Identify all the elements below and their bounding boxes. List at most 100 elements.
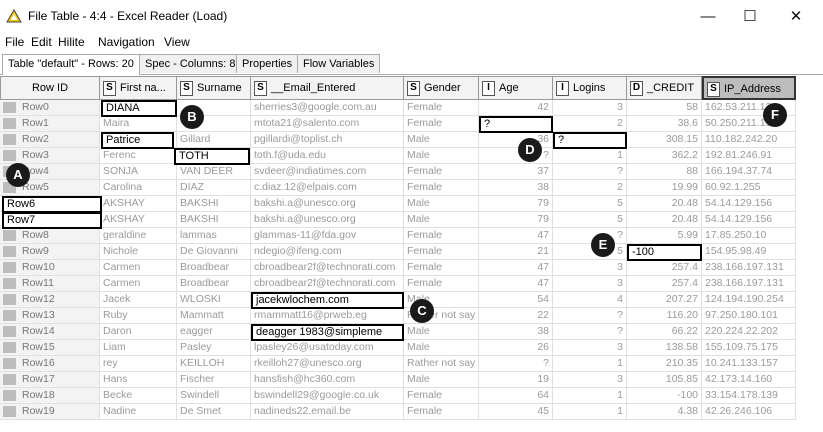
table-cell-age[interactable]: 22: [479, 308, 553, 324]
tab-properties[interactable]: Properties: [236, 54, 299, 73]
table-cell-gender[interactable]: Female: [404, 164, 479, 180]
table-cell-surname[interactable]: Mammatt: [177, 308, 251, 324]
table-cell-first-name[interactable]: Carmen: [100, 276, 177, 292]
table-cell-email[interactable]: rkeilloh27@unesco.org: [251, 356, 404, 372]
table-cell-credit[interactable]: 58: [627, 100, 702, 116]
table-cell-gender[interactable]: Female: [404, 388, 479, 404]
table-cell-gender[interactable]: Female: [404, 260, 479, 276]
table-cell-credit[interactable]: 138.58: [627, 340, 702, 356]
table-cell-gender[interactable]: Male: [404, 148, 479, 164]
table-cell-logins[interactable]: ?: [553, 164, 627, 180]
table-cell-logins[interactable]: 3: [553, 260, 627, 276]
table-cell-ip-address[interactable]: 97.250.180.101: [702, 308, 796, 324]
table-cell-surname[interactable]: Fischer: [177, 372, 251, 388]
table-cell-first-name[interactable]: Ruby: [100, 308, 177, 324]
column-header-credit[interactable]: D _CREDIT: [627, 76, 702, 100]
table-cell-surname[interactable]: Pasley: [177, 340, 251, 356]
table-cell-age[interactable]: 21: [479, 244, 553, 260]
table-cell-email[interactable]: sherries3@google.com.au: [251, 100, 404, 116]
table-cell-credit[interactable]: 4.38: [627, 404, 702, 420]
table-cell-ip-address[interactable]: 155.109.75.175: [702, 340, 796, 356]
table-row[interactable]: Row17 Hans Fischer hansfish@hc360.com Male 19…: [0, 372, 823, 388]
table-cell-first-name[interactable]: geraldine: [100, 228, 177, 244]
table-cell-ip-address[interactable]: 220.224.22.202: [702, 324, 796, 340]
table-cell-gender[interactable]: Rather not say: [404, 356, 479, 372]
table-cell-age[interactable]: 38: [479, 324, 553, 340]
table-cell-age[interactable]: ?: [479, 356, 553, 372]
table-cell-credit[interactable]: 38.6: [627, 116, 702, 132]
table-cell-logins[interactable]: ?: [553, 324, 627, 340]
row-id-cell[interactable]: Row9: [0, 244, 100, 260]
table-cell-credit[interactable]: 20.48: [627, 212, 702, 228]
table-cell-credit[interactable]: 20.48: [627, 196, 702, 212]
table-cell-logins[interactable]: ?: [553, 308, 627, 324]
menu-view[interactable]: View: [164, 35, 190, 49]
table-cell-credit[interactable]: 210.35: [627, 356, 702, 372]
table-cell-email[interactable]: c.diaz.12@elpais.com: [251, 180, 404, 196]
table-cell-age[interactable]: 26: [479, 340, 553, 356]
column-header-gender[interactable]: S Gender: [404, 76, 479, 100]
table-cell-email[interactable]: rmammatt16@prweb.eg: [251, 308, 404, 324]
table-cell-credit[interactable]: -100: [627, 388, 702, 404]
table-cell-logins[interactable]: 2: [553, 116, 627, 132]
table-cell-gender[interactable]: Male: [404, 196, 479, 212]
table-cell-ip-address[interactable]: 54.14.129.156: [702, 212, 796, 228]
table-cell-first-name[interactable]: AKSHAY: [100, 212, 177, 228]
table-row[interactable]: Row16 rey KEILLOH rkeilloh27@unesco.org Rath…: [0, 356, 823, 372]
table-cell-age[interactable]: 54: [479, 292, 553, 308]
table-cell-first-name[interactable]: Ferenc: [100, 148, 177, 164]
close-button[interactable]: ✕: [776, 4, 816, 30]
table-cell-email[interactable]: ndegio@ifeng.com: [251, 244, 404, 260]
table-cell-ip-address[interactable]: 154.95.98.49: [702, 244, 796, 260]
table-cell-ip-address[interactable]: 124.194.190.254: [702, 292, 796, 308]
table-cell-gender[interactable]: Female: [404, 100, 479, 116]
table-cell-surname[interactable]: De Smet: [177, 404, 251, 420]
table-cell-logins[interactable]: 4: [553, 292, 627, 308]
table-cell-age[interactable]: 47: [479, 276, 553, 292]
table-cell-surname[interactable]: eagger: [177, 324, 251, 340]
table-row[interactable]: Row4 SONJA VAN DEER svdeer@indiatimes.com Fe…: [0, 164, 823, 180]
tab-flow-variables[interactable]: Flow Variables: [297, 54, 381, 73]
table-cell-surname[interactable]: BAKSHI: [177, 212, 251, 228]
table-cell-gender[interactable]: Male: [404, 340, 479, 356]
table-cell-gender[interactable]: Female: [404, 276, 479, 292]
table-row[interactable]: Row15 Liam Pasley lpasley26@usatoday.com Mal…: [0, 340, 823, 356]
table-cell-email[interactable]: cbroadbear2f@technorati.com: [251, 276, 404, 292]
table-cell-surname[interactable]: WLOSKI: [177, 292, 251, 308]
table-cell-first-name[interactable]: Hans: [100, 372, 177, 388]
row-id-cell[interactable]: Row2: [0, 132, 100, 148]
table-row[interactable]: Row7AKSHAYBAKSHIbakshi.a@unesco.orgMale7…: [0, 212, 823, 228]
table-cell-gender[interactable]: Male: [404, 212, 479, 228]
table-cell-logins[interactable]: 3: [553, 372, 627, 388]
table-cell-credit[interactable]: 257.4: [627, 276, 702, 292]
table-cell-first-name[interactable]: Carmen: [100, 260, 177, 276]
table-cell-surname[interactable]: Gillard: [177, 132, 251, 148]
table-cell-logins[interactable]: 2: [553, 180, 627, 196]
table-cell-gender[interactable]: Male: [404, 132, 479, 148]
table-cell-logins[interactable]: 3: [553, 276, 627, 292]
table-cell-email[interactable]: mtota21@salento.com: [251, 116, 404, 132]
row-id-cell[interactable]: Row1: [0, 116, 100, 132]
column-header-email[interactable]: S __Email_Entered: [251, 76, 404, 100]
table-cell-surname[interactable]: DIAZ: [177, 180, 251, 196]
table-row[interactable]: Row11 Carmen Broadbear cbroadbear2f@technor…: [0, 276, 823, 292]
table-cell-first-name[interactable]: Liam: [100, 340, 177, 356]
column-header-logins[interactable]: I Logins: [553, 76, 627, 100]
table-cell-logins[interactable]: 5: [553, 212, 627, 228]
table-cell-logins[interactable]: 1: [553, 388, 627, 404]
menu-hilite[interactable]: Hilite: [58, 35, 85, 49]
table-cell-age[interactable]: 79: [479, 196, 553, 212]
table-cell-age[interactable]: 64: [479, 388, 553, 404]
table-cell-gender[interactable]: Male: [404, 372, 479, 388]
row-id-cell[interactable]: Row11: [0, 276, 100, 292]
table-row[interactable]: Row10 Carmen Broadbear cbroadbear2f@technor…: [0, 260, 823, 276]
table-cell-credit[interactable]: 88: [627, 164, 702, 180]
table-cell-ip-address[interactable]: 54.14.129.156: [702, 196, 796, 212]
column-header-ip-address[interactable]: S IP_Address: [702, 76, 796, 100]
table-cell-age[interactable]: 36: [479, 132, 553, 148]
table-row[interactable]: Row5 Carolina DIAZ c.diaz.12@elpais.com Fema…: [0, 180, 823, 196]
table-cell-logins[interactable]: 5: [553, 196, 627, 212]
table-cell-credit[interactable]: 207.27: [627, 292, 702, 308]
table-cell-email[interactable]: cbroadbear2f@technorati.com: [251, 260, 404, 276]
table-cell-ip-address[interactable]: 238.166.197.131: [702, 260, 796, 276]
